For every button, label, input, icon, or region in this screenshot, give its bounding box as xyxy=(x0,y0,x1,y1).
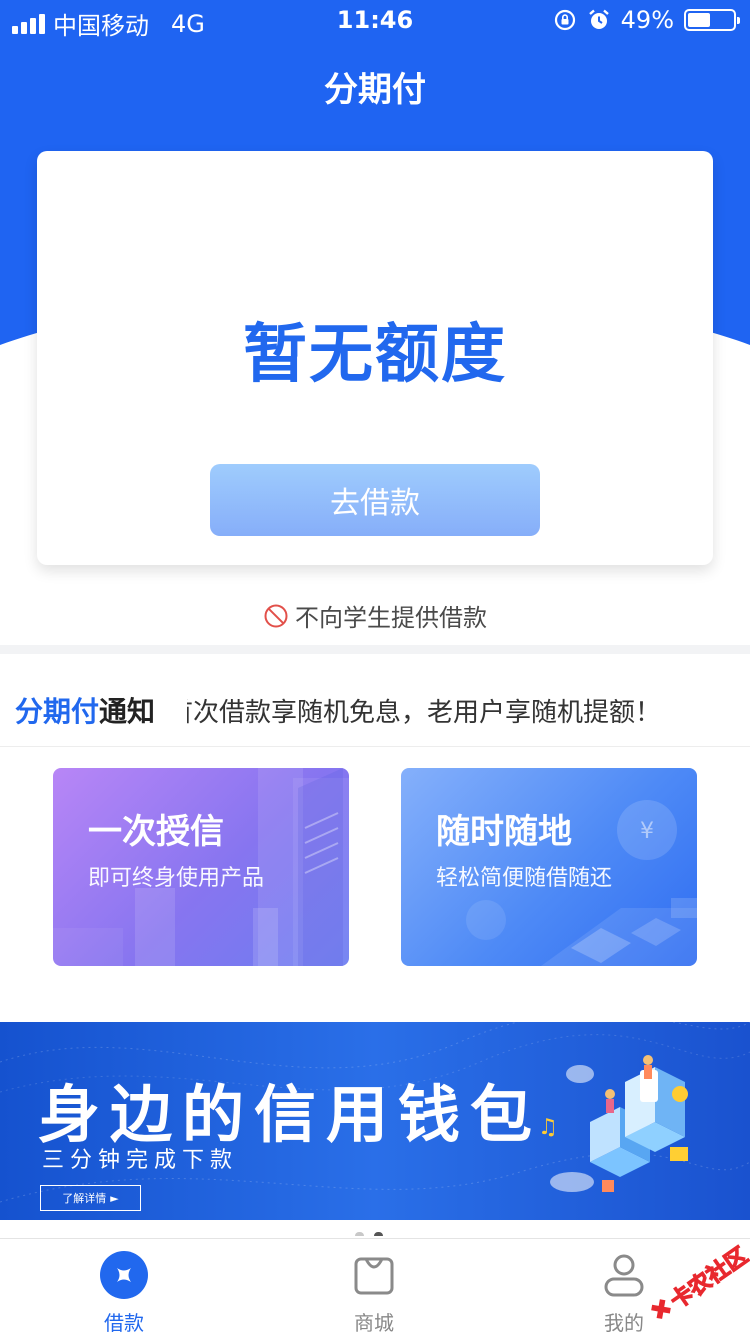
city-people-illustration: ♫ xyxy=(538,1055,688,1192)
divider-line xyxy=(0,746,750,747)
bottom-tab-bar: 借款 商城 我的 xyxy=(0,1238,750,1334)
carousel-indicator xyxy=(355,1232,383,1236)
loan-icon xyxy=(100,1251,148,1299)
feature-title: 随时随地 xyxy=(436,812,572,852)
banner-subtitle: 三分钟完成下款 xyxy=(42,1148,239,1173)
rotation-lock-icon xyxy=(554,9,575,31)
battery-level-fill xyxy=(688,13,710,27)
credit-limit-card: 暂无额度 去借款 xyxy=(37,151,713,565)
arrow-right-icon: ► xyxy=(110,1191,119,1205)
tab-label: 借款 xyxy=(104,1311,144,1334)
battery-percentage: 49% xyxy=(620,6,674,34)
shopping-bag-icon xyxy=(354,1257,394,1295)
svg-text:♫: ♫ xyxy=(538,1115,558,1140)
student-notice-text: 不向学生提供借款 xyxy=(295,604,487,632)
section-divider xyxy=(0,645,750,654)
page-title: 分期付 xyxy=(324,70,426,110)
tab-mall[interactable]: 商城 xyxy=(314,1239,434,1334)
announcement-brand: 分期付 xyxy=(15,695,100,728)
carousel-dot xyxy=(355,1232,364,1236)
app-screen: 中国移动 4G 11:46 49% 分期付 暂无额度 去借款 不向学生提供借款 … xyxy=(0,0,750,1334)
alarm-clock-icon xyxy=(588,9,609,29)
feature-subtitle: 轻松简便随借随还 xyxy=(436,866,613,891)
tab-label: 商城 xyxy=(354,1311,394,1334)
learn-more-button[interactable]: 了解详情 ► xyxy=(40,1185,141,1211)
announcement-bar[interactable]: 分期付通知 首次借款享随机免息，老用户享随机提额！ xyxy=(0,672,750,746)
promo-banner[interactable]: 身边的信用钱包 三分钟完成下款 了解详情 ► ♫ xyxy=(0,1022,750,1220)
carousel-dot xyxy=(374,1232,383,1236)
feature-card-one-time-credit[interactable]: 一次授信 即可终身使用产品 xyxy=(53,768,349,966)
announcement-marquee: 首次借款享随机免息，老用户享随机提额！ xyxy=(187,692,747,729)
feature-title: 一次授信 xyxy=(88,812,224,852)
svg-text:¥: ¥ xyxy=(640,819,654,844)
learn-more-label: 了解详情 xyxy=(62,1192,107,1205)
credit-limit-status: 暂无额度 xyxy=(243,318,507,392)
feature-card-anytime-anywhere[interactable]: ¥ 随时随地 轻松简便随借随还 xyxy=(401,768,697,966)
status-bar: 中国移动 4G 11:46 49% xyxy=(0,0,750,42)
borrow-button[interactable]: 去借款 xyxy=(210,464,540,536)
watermark-text: 卡农社区 xyxy=(666,1244,750,1314)
status-right: 49% xyxy=(553,6,740,34)
watermark-logo: ✖ 卡农社区 xyxy=(644,1244,750,1324)
banner-title: 身边的信用钱包 xyxy=(38,1078,543,1151)
announcement-suffix: 通知 xyxy=(99,695,156,728)
feature-subtitle: 即可终身使用产品 xyxy=(88,866,265,891)
tab-loan[interactable]: 借款 xyxy=(64,1239,184,1334)
announcement-text: 首次借款享随机免息，老用户享随机提额！ xyxy=(187,698,662,728)
battery-icon xyxy=(684,9,740,31)
announcement-label: 分期付通知 xyxy=(15,690,155,730)
student-notice: 不向学生提供借款 xyxy=(0,598,750,633)
prohibited-icon xyxy=(264,604,288,627)
